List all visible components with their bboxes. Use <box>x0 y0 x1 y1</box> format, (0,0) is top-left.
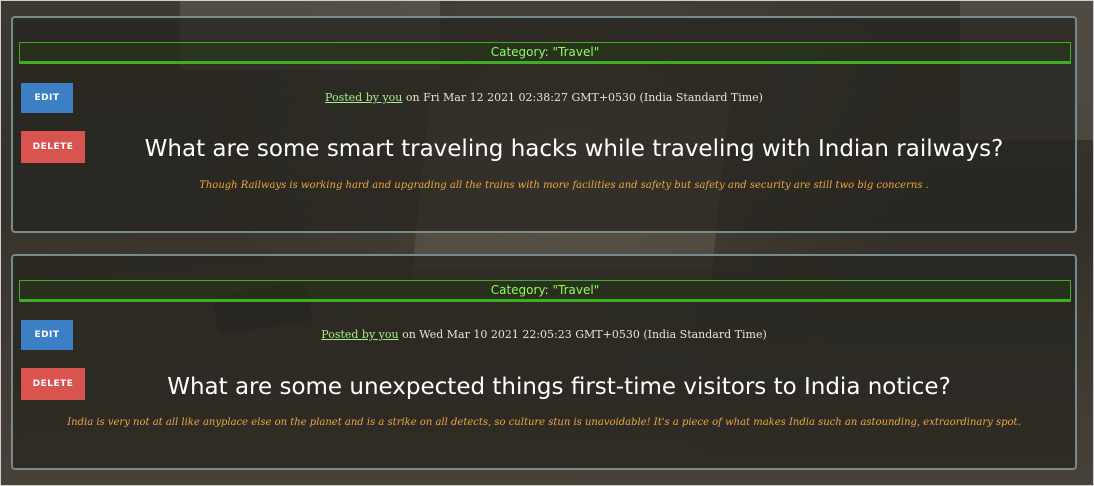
post-meta: Posted by you on Fri Mar 12 2021 02:38:2… <box>13 91 1075 104</box>
post-card: Category: "Travel" EDIT DELETE Posted by… <box>11 16 1077 233</box>
post-title: What are some unexpected things first-ti… <box>167 374 951 400</box>
author-link[interactable]: Posted by you <box>325 91 402 104</box>
category-banner: Category: "Travel" <box>19 280 1071 302</box>
post-card: Category: "Travel" EDIT DELETE Posted by… <box>11 254 1077 470</box>
post-description: India is very not at all like anyplace e… <box>67 417 1021 428</box>
post-description: Though Railways is working hard and upgr… <box>199 180 929 191</box>
post-date: on Fri Mar 12 2021 02:38:27 GMT+0530 (In… <box>402 91 763 104</box>
author-link[interactable]: Posted by you <box>321 328 398 341</box>
post-date: on Wed Mar 10 2021 22:05:23 GMT+0530 (In… <box>398 328 767 341</box>
post-title: What are some smart traveling hacks whil… <box>144 136 1004 162</box>
post-meta: Posted by you on Wed Mar 10 2021 22:05:2… <box>13 328 1075 341</box>
category-banner: Category: "Travel" <box>19 42 1071 64</box>
